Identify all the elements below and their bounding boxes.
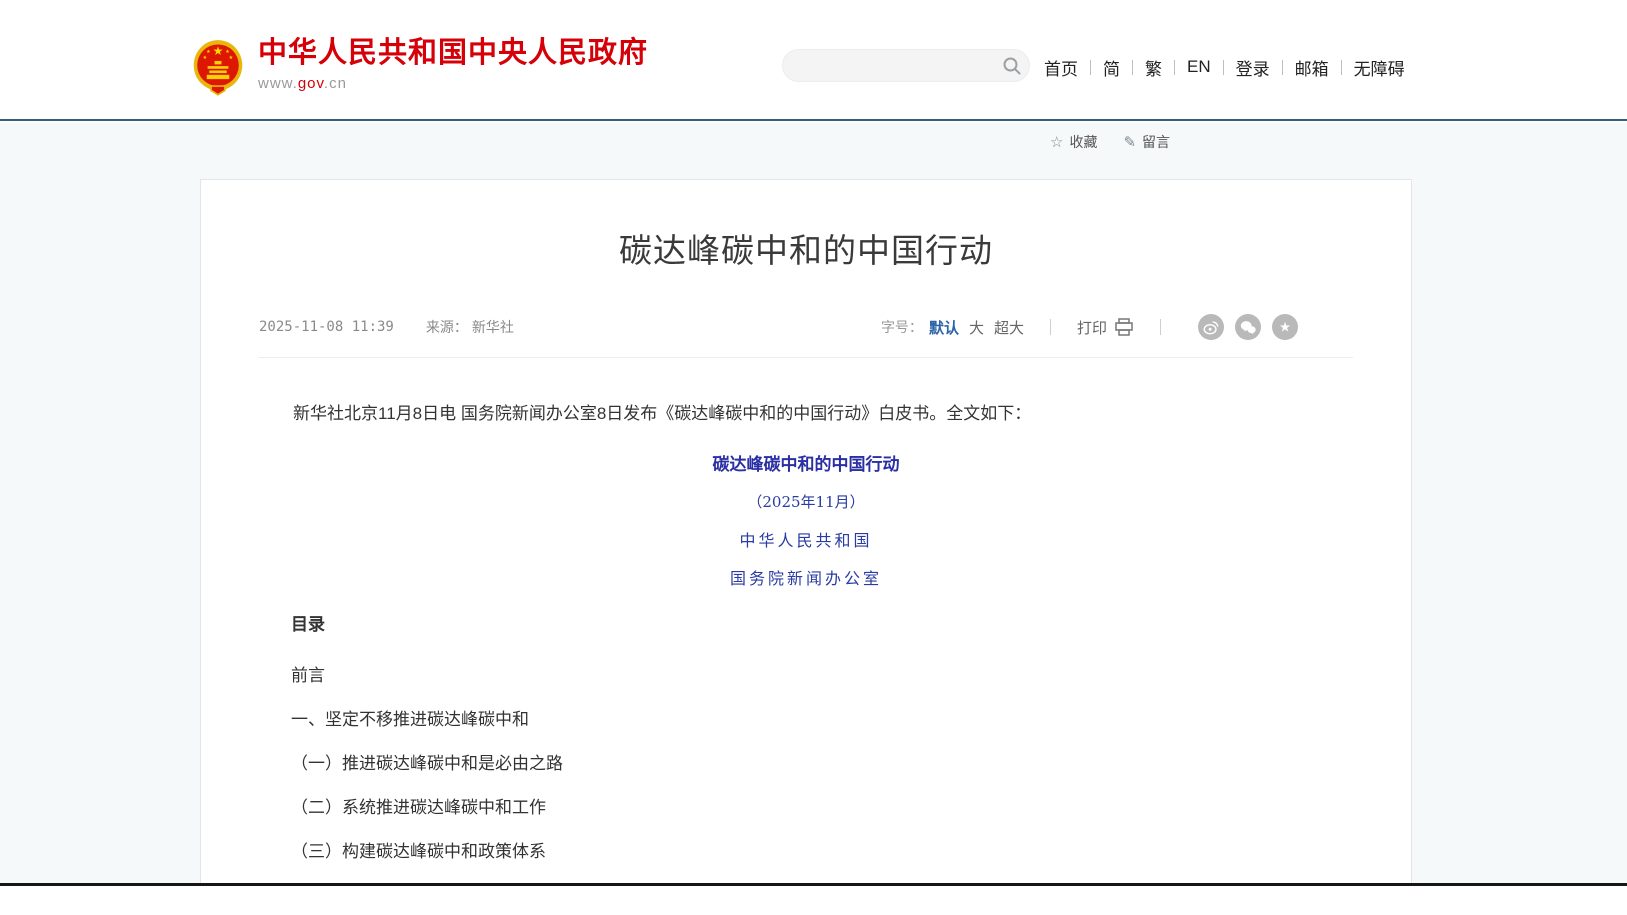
print-label: 打印 — [1077, 317, 1107, 338]
svg-text:★: ★ — [1279, 320, 1291, 335]
font-size-xlarge-button[interactable]: 超大 — [994, 317, 1024, 338]
meta-separator — [1160, 319, 1161, 335]
site-url-gov: gov — [298, 75, 324, 92]
font-size-label: 字号： — [881, 317, 923, 337]
meta-left: 2025-11-08 11:39 来源：新华社 — [259, 317, 514, 337]
svg-text:★: ★ — [229, 55, 234, 61]
publish-date: 2025-11-08 11:39 — [259, 319, 394, 335]
top-nav: 首页 简 繁 EN 登录 邮箱 无障碍 — [1044, 54, 1405, 80]
source-label: 来源： — [426, 319, 468, 335]
weibo-icon — [1202, 318, 1220, 336]
toc-item-1-1: （一）推进碳达峰碳中和是必由之路 — [291, 755, 1353, 772]
lead-paragraph: 新华社北京11月8日电 国务院新闻办公室8日发布《碳达峰碳中和的中国行动》白皮书… — [259, 405, 1353, 422]
nav-home[interactable]: 首页 — [1044, 55, 1078, 80]
star-outline-icon: ☆ — [1050, 133, 1063, 151]
printer-icon — [1114, 318, 1134, 336]
favorite-label: 收藏 — [1069, 132, 1097, 152]
svg-text:★: ★ — [206, 49, 211, 55]
svg-text:★: ★ — [213, 44, 224, 58]
search-icon — [1002, 56, 1022, 76]
site-url-www: www. — [258, 75, 298, 92]
font-size-large-button[interactable]: 大 — [969, 317, 984, 338]
site-title: 中华人民共和国中央人民政府 — [258, 38, 648, 70]
toc-item-1-2: （二）系统推进碳达峰碳中和工作 — [291, 799, 1353, 816]
search-button[interactable] — [995, 49, 1029, 82]
meta-separator — [1050, 319, 1051, 335]
message-label: 留言 — [1142, 132, 1170, 152]
source: 来源：新华社 — [426, 317, 514, 337]
svg-text:★: ★ — [203, 55, 208, 61]
share-wechat-button[interactable] — [1235, 314, 1261, 340]
article-card: 碳达峰碳中和的中国行动 2025-11-08 11:39 来源：新华社 字号： … — [200, 179, 1412, 883]
window-bottom-edge — [0, 883, 1627, 886]
article-title: 碳达峰碳中和的中国行动 — [259, 224, 1353, 272]
toc-item-preface: 前言 — [291, 667, 1353, 684]
site-header: ★ ★ ★ ★ ★ 中华人民共和国中央人民政府 www.gov.cn — [0, 0, 1627, 121]
brand-text: 中华人民共和国中央人民政府 www.gov.cn — [258, 38, 648, 92]
search-box — [782, 49, 1030, 82]
message-button[interactable]: ✎ 留言 — [1123, 132, 1170, 152]
nav-mail[interactable]: 邮箱 — [1295, 55, 1329, 80]
favorite-button[interactable]: ☆ 收藏 — [1050, 132, 1097, 152]
font-size-default-button[interactable]: 默认 — [929, 317, 959, 338]
share-favorite-button[interactable]: ★ — [1272, 314, 1298, 340]
nav-traditional[interactable]: 繁 — [1145, 55, 1162, 80]
toc-heading: 目录 — [291, 616, 1353, 633]
share-icons: ★ — [1187, 314, 1298, 340]
gov-cn-page: ★ ★ ★ ★ ★ 中华人民共和国中央人民政府 www.gov.cn — [0, 0, 1627, 915]
content-area: ☆ 收藏 ✎ 留言 碳达峰碳中和的中国行动 2025-11-08 11:39 来… — [0, 123, 1627, 883]
nav-separator — [1341, 60, 1342, 75]
doc-org-country: 中华人民共和国 — [259, 527, 1353, 551]
nav-separator — [1090, 60, 1091, 75]
nav-login[interactable]: 登录 — [1236, 55, 1270, 80]
nav-separator — [1132, 60, 1133, 75]
site-url: www.gov.cn — [258, 75, 648, 92]
toc-item-1: 一、坚定不移推进碳达峰碳中和 — [291, 711, 1353, 728]
article-meta-row: 2025-11-08 11:39 来源：新华社 字号： 默认 大 超大 打印 — [259, 314, 1353, 340]
doc-date: （2025年11月） — [259, 491, 1353, 512]
meta-right: 字号： 默认 大 超大 打印 — [881, 314, 1353, 340]
site-brand[interactable]: ★ ★ ★ ★ ★ 中华人民共和国中央人民政府 www.gov.cn — [192, 38, 648, 96]
toc-item-1-3: （三）构建碳达峰碳中和政策体系 — [291, 843, 1353, 860]
search-input[interactable] — [783, 50, 995, 81]
doc-org-office: 国务院新闻办公室 — [259, 565, 1353, 589]
article-actions: ☆ 收藏 ✎ 留言 — [1050, 132, 1170, 152]
nav-separator — [1223, 60, 1224, 75]
wechat-icon — [1239, 318, 1257, 336]
star-share-icon: ★ — [1276, 318, 1294, 336]
site-url-cn: .cn — [324, 75, 347, 92]
nav-separator — [1174, 60, 1175, 75]
nav-english[interactable]: EN — [1187, 57, 1211, 77]
print-button[interactable]: 打印 — [1077, 317, 1134, 338]
doc-title: 碳达峰碳中和的中国行动 — [259, 450, 1353, 475]
pencil-icon: ✎ — [1123, 133, 1136, 151]
svg-text:★: ★ — [225, 49, 230, 55]
national-emblem-logo: ★ ★ ★ ★ ★ — [192, 38, 244, 96]
share-weibo-button[interactable] — [1198, 314, 1224, 340]
nav-accessibility[interactable]: 无障碍 — [1354, 55, 1405, 80]
source-value: 新华社 — [472, 319, 514, 335]
nav-separator — [1282, 60, 1283, 75]
nav-simplified[interactable]: 简 — [1103, 55, 1120, 80]
meta-divider — [259, 357, 1353, 358]
